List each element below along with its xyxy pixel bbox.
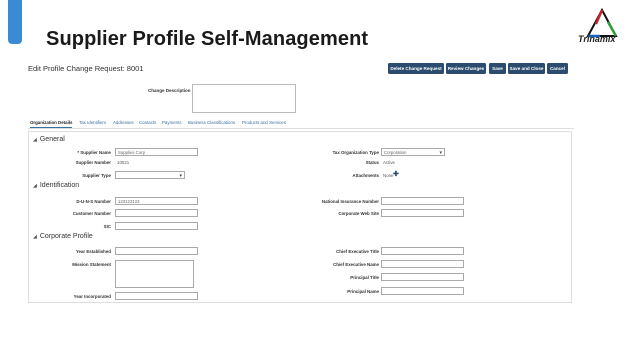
national-insurance-number-input[interactable] xyxy=(381,197,464,205)
supplier-type-select[interactable] xyxy=(115,171,185,180)
add-attachment-icon[interactable]: ✚ xyxy=(393,170,399,178)
year-incorporated-input[interactable] xyxy=(115,292,198,300)
delete-change-request-button[interactable]: Delete Change Request xyxy=(388,63,444,74)
supplier-name-input[interactable]: Supplies Corp xyxy=(115,148,198,156)
review-changes-button[interactable]: Review Changes xyxy=(446,63,486,74)
corporate-profile-section-header[interactable]: ◢ Corporate Profile xyxy=(33,233,93,240)
tab-bar: Organization Details Tax Identifiers Add… xyxy=(28,118,574,129)
change-description-label: Change Description xyxy=(148,88,191,93)
principal-title-input[interactable] xyxy=(381,273,464,281)
tab-contacts[interactable]: Contacts xyxy=(139,118,156,127)
status-label: Status xyxy=(365,160,379,165)
tab-business-classifications[interactable]: Business Classifications xyxy=(188,118,235,127)
identification-section-title: Identification xyxy=(39,182,80,189)
status-value: Active xyxy=(383,160,395,165)
supplier-number-label: Supplier Number xyxy=(75,160,111,165)
chief-executive-name-label: Chief Executive Name xyxy=(333,262,379,267)
chief-executive-title-input[interactable] xyxy=(381,247,464,255)
tab-organization-details[interactable]: Organization Details xyxy=(30,118,73,128)
save-button[interactable]: Save xyxy=(489,63,506,74)
year-established-input[interactable] xyxy=(115,247,198,255)
customer-number-input[interactable] xyxy=(115,209,198,217)
duns-input[interactable]: 123123123 xyxy=(115,197,198,205)
corporate-web-site-input[interactable] xyxy=(381,209,464,217)
slide-title: Supplier Profile Self-Management xyxy=(46,28,369,50)
tab-tax-identifiers[interactable]: Tax Identifiers xyxy=(79,118,106,127)
general-section-title: General xyxy=(39,136,65,143)
accent-bar xyxy=(8,0,22,44)
attachments-value: None xyxy=(383,173,394,178)
duns-label: D-U-N-S Number xyxy=(76,199,111,204)
logo-text: Trinamix xyxy=(578,34,616,44)
identification-section-header[interactable]: ◢ Identification xyxy=(33,182,79,189)
tab-products-and-services[interactable]: Products and Services xyxy=(242,118,286,127)
mission-statement-label: Mission Statement xyxy=(72,262,111,267)
page-title: Edit Profile Change Request: 8001 xyxy=(28,64,144,73)
collapse-triangle-icon: ◢ xyxy=(33,234,37,240)
cancel-button[interactable]: Cancel xyxy=(547,63,568,74)
sic-input[interactable] xyxy=(115,222,198,230)
year-incorporated-label: Year Incorporated xyxy=(73,294,111,299)
change-description-textarea[interactable] xyxy=(192,84,296,113)
supplier-number-value: 10021 xyxy=(117,160,130,165)
principal-name-input[interactable] xyxy=(381,287,464,295)
collapse-triangle-icon: ◢ xyxy=(33,137,37,143)
customer-number-label: Customer Number xyxy=(72,211,111,216)
corporate-web-site-label: Corporate Web Site xyxy=(338,211,379,216)
tax-organization-type-label: Tax Organization Type xyxy=(332,150,379,155)
tab-addresses[interactable]: Addresses xyxy=(113,118,134,127)
supplier-profile-app: Edit Profile Change Request: 8001 Delete… xyxy=(28,60,574,305)
national-insurance-number-label: National Insurance Number xyxy=(321,199,379,204)
principal-name-label: Principal Name xyxy=(347,289,379,294)
principal-title-label: Principal Title xyxy=(350,275,379,280)
tax-organization-type-select[interactable]: Corporation xyxy=(381,148,445,157)
attachments-label: Attachments xyxy=(352,173,379,178)
general-section-header[interactable]: ◢ General xyxy=(33,136,65,143)
supplier-type-label: Supplier Type xyxy=(82,173,111,178)
collapse-triangle-icon: ◢ xyxy=(33,183,37,189)
chief-executive-name-input[interactable] xyxy=(381,260,464,268)
organization-details-panel: ◢ General * Supplier Name Supplies Corp S… xyxy=(28,131,572,303)
tab-payments[interactable]: Payments xyxy=(162,118,182,127)
save-and-close-button[interactable]: Save and Close xyxy=(508,63,545,74)
year-established-label: Year Established xyxy=(75,249,111,254)
sic-label: SIC xyxy=(103,224,111,229)
supplier-name-label: * Supplier Name xyxy=(77,150,111,155)
mission-statement-textarea[interactable] xyxy=(115,260,194,288)
corporate-profile-section-title: Corporate Profile xyxy=(39,233,93,240)
chief-executive-title-label: Chief Executive Title xyxy=(336,249,379,254)
